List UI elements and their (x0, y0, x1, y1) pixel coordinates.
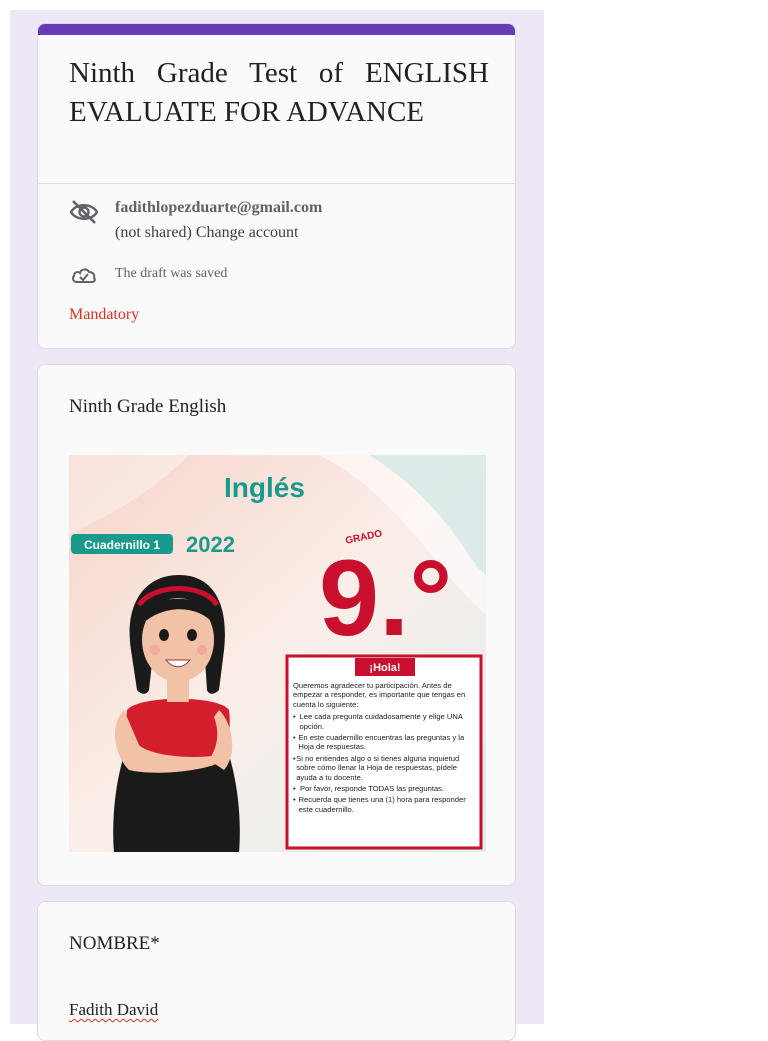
nombre-answer-input[interactable]: Fadith David (69, 1000, 158, 1020)
student-illustration (113, 575, 240, 852)
instructions-box: ¡Hola! Queremos agradecer tu participaci… (285, 654, 483, 850)
cover-image: Inglés Cuadernillo 1 2022 GRADO 9.° ¡Hol… (69, 455, 486, 852)
draft-status: The draft was saved (115, 266, 228, 281)
cloud-done-icon (72, 268, 96, 283)
form-title: Ninth Grade Test of ENGLISH EVALUATE FOR… (69, 57, 489, 128)
accent-bar (38, 24, 515, 35)
form-header-card: Ninth Grade Test of ENGLISH EVALUATE FOR… (37, 23, 516, 349)
cover-year: 2022 (186, 532, 235, 557)
grade-number: 9.° (319, 537, 452, 658)
question-label: NOMBRE* (69, 933, 160, 954)
cover-artwork: Inglés Cuadernillo 1 2022 GRADO 9.° ¡Hol… (69, 455, 486, 852)
box-bullet: • En este cuadernillo encuentras las preg… (293, 733, 465, 752)
box-bullet: • Si no entiendes algo o si tienes alguna… (293, 753, 460, 782)
box-bullet: • Lee cada pregunta cuidadosamente y elig… (293, 712, 463, 731)
header-divider (38, 183, 515, 184)
cover-heading: Inglés (224, 472, 305, 503)
change-account-link[interactable]: (not shared) Change account (115, 224, 298, 242)
box-bullet: • Por favor, responde TODAS las preguntas… (293, 784, 445, 794)
booklet-label: Cuadernillo 1 (84, 538, 160, 552)
box-bullet: • Recuerda que tienes una (1) hora para r… (293, 795, 466, 814)
question-card-nombre: NOMBRE* Fadith David (37, 901, 516, 1041)
section-card: Ninth Grade English Inglés Cuadernillo 1… (37, 364, 516, 886)
account-email: fadithlopezduarte@gmail.com (115, 199, 323, 216)
box-intro: Queremos agradecer tu participación. Ant… (293, 681, 466, 709)
section-title: Ninth Grade English (69, 396, 227, 417)
required-note: Mandatory (69, 306, 140, 323)
box-title: ¡Hola! (369, 662, 400, 674)
visibility-off-icon (69, 200, 99, 224)
